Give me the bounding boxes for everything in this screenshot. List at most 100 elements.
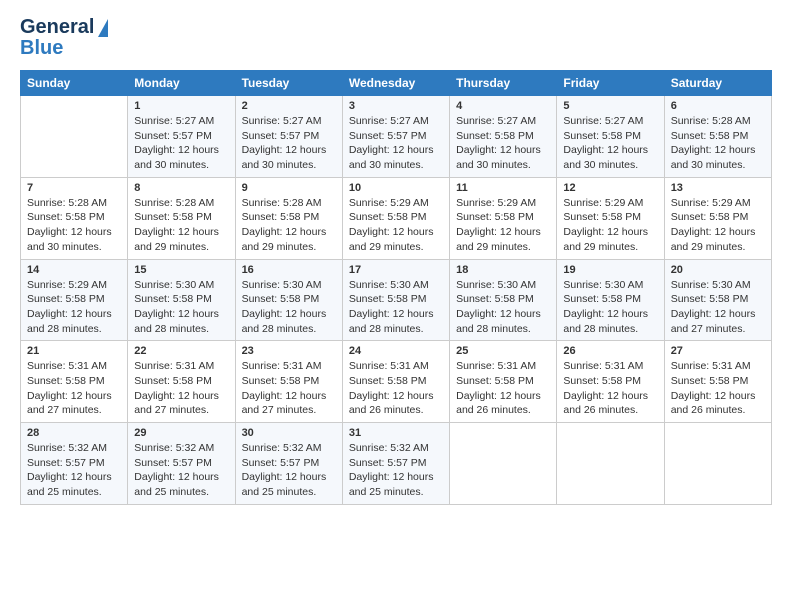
cell-line: Sunset: 5:58 PM	[456, 129, 550, 144]
cell-line: Sunset: 5:58 PM	[242, 374, 336, 389]
cell-line: and 25 minutes.	[27, 485, 121, 500]
calendar-cell: 7Sunrise: 5:28 AMSunset: 5:58 PMDaylight…	[21, 177, 128, 259]
cell-line: and 26 minutes.	[456, 403, 550, 418]
cell-line: Sunset: 5:58 PM	[456, 292, 550, 307]
cell-line: Daylight: 12 hours	[456, 389, 550, 404]
day-number: 23	[242, 345, 336, 357]
cell-line: and 29 minutes.	[134, 240, 228, 255]
day-number: 28	[27, 427, 121, 439]
day-number: 5	[563, 100, 657, 112]
cell-line: Sunrise: 5:29 AM	[563, 196, 657, 211]
column-header-sunday: Sunday	[21, 71, 128, 96]
cell-line: Daylight: 12 hours	[563, 225, 657, 240]
day-number: 30	[242, 427, 336, 439]
calendar-cell	[21, 96, 128, 178]
column-header-thursday: Thursday	[450, 71, 557, 96]
day-number: 21	[27, 345, 121, 357]
cell-line: Sunset: 5:58 PM	[134, 292, 228, 307]
calendar-cell: 13Sunrise: 5:29 AMSunset: 5:58 PMDayligh…	[664, 177, 771, 259]
cell-line: and 25 minutes.	[134, 485, 228, 500]
calendar-cell: 27Sunrise: 5:31 AMSunset: 5:58 PMDayligh…	[664, 341, 771, 423]
calendar-cell: 8Sunrise: 5:28 AMSunset: 5:58 PMDaylight…	[128, 177, 235, 259]
cell-line: Daylight: 12 hours	[134, 470, 228, 485]
cell-line: Sunrise: 5:27 AM	[349, 114, 443, 129]
cell-line: Sunset: 5:58 PM	[671, 374, 765, 389]
cell-line: Daylight: 12 hours	[349, 143, 443, 158]
day-number: 3	[349, 100, 443, 112]
cell-line: Sunrise: 5:27 AM	[242, 114, 336, 129]
page: General Blue SundayMondayTuesdayWednesda…	[0, 0, 792, 612]
cell-line: and 28 minutes.	[242, 322, 336, 337]
cell-line: Sunrise: 5:30 AM	[671, 278, 765, 293]
cell-line: and 30 minutes.	[27, 240, 121, 255]
calendar-cell: 12Sunrise: 5:29 AMSunset: 5:58 PMDayligh…	[557, 177, 664, 259]
cell-line: Daylight: 12 hours	[134, 225, 228, 240]
cell-line: and 30 minutes.	[671, 158, 765, 173]
day-number: 25	[456, 345, 550, 357]
cell-line: Sunset: 5:58 PM	[563, 129, 657, 144]
cell-line: Sunset: 5:57 PM	[242, 456, 336, 471]
day-number: 9	[242, 182, 336, 194]
cell-line: Daylight: 12 hours	[456, 143, 550, 158]
cell-line: Daylight: 12 hours	[456, 307, 550, 322]
cell-line: Sunrise: 5:31 AM	[242, 359, 336, 374]
cell-line: and 26 minutes.	[671, 403, 765, 418]
cell-line: Sunrise: 5:30 AM	[242, 278, 336, 293]
cell-line: and 29 minutes.	[349, 240, 443, 255]
week-row-1: 1Sunrise: 5:27 AMSunset: 5:57 PMDaylight…	[21, 96, 772, 178]
cell-line: Sunset: 5:58 PM	[349, 374, 443, 389]
week-row-3: 14Sunrise: 5:29 AMSunset: 5:58 PMDayligh…	[21, 259, 772, 341]
day-number: 27	[671, 345, 765, 357]
cell-line: Daylight: 12 hours	[349, 307, 443, 322]
calendar-cell	[557, 423, 664, 505]
cell-line: and 30 minutes.	[456, 158, 550, 173]
cell-line: and 30 minutes.	[134, 158, 228, 173]
day-number: 1	[134, 100, 228, 112]
day-number: 14	[27, 264, 121, 276]
cell-line: Sunrise: 5:31 AM	[349, 359, 443, 374]
cell-line: and 27 minutes.	[134, 403, 228, 418]
cell-line: Sunset: 5:57 PM	[134, 456, 228, 471]
cell-line: Sunset: 5:58 PM	[242, 210, 336, 225]
cell-line: Sunset: 5:58 PM	[27, 292, 121, 307]
cell-line: and 27 minutes.	[242, 403, 336, 418]
cell-line: and 27 minutes.	[27, 403, 121, 418]
cell-line: Sunset: 5:58 PM	[671, 210, 765, 225]
cell-line: Sunset: 5:58 PM	[349, 292, 443, 307]
calendar-cell: 5Sunrise: 5:27 AMSunset: 5:58 PMDaylight…	[557, 96, 664, 178]
cell-line: Daylight: 12 hours	[242, 389, 336, 404]
cell-line: Sunrise: 5:29 AM	[27, 278, 121, 293]
day-number: 31	[349, 427, 443, 439]
calendar-cell: 2Sunrise: 5:27 AMSunset: 5:57 PMDaylight…	[235, 96, 342, 178]
header: General Blue	[20, 16, 772, 60]
cell-line: Sunrise: 5:30 AM	[134, 278, 228, 293]
calendar-cell: 18Sunrise: 5:30 AMSunset: 5:58 PMDayligh…	[450, 259, 557, 341]
day-number: 24	[349, 345, 443, 357]
calendar-cell: 31Sunrise: 5:32 AMSunset: 5:57 PMDayligh…	[342, 423, 449, 505]
calendar-cell: 9Sunrise: 5:28 AMSunset: 5:58 PMDaylight…	[235, 177, 342, 259]
cell-line: Sunrise: 5:30 AM	[456, 278, 550, 293]
cell-line: Daylight: 12 hours	[563, 143, 657, 158]
cell-line: and 26 minutes.	[349, 403, 443, 418]
cell-line: Sunset: 5:58 PM	[27, 374, 121, 389]
cell-line: Daylight: 12 hours	[456, 225, 550, 240]
cell-line: Sunset: 5:57 PM	[27, 456, 121, 471]
calendar-cell: 4Sunrise: 5:27 AMSunset: 5:58 PMDaylight…	[450, 96, 557, 178]
cell-line: Sunset: 5:58 PM	[671, 292, 765, 307]
calendar-cell: 10Sunrise: 5:29 AMSunset: 5:58 PMDayligh…	[342, 177, 449, 259]
cell-line: Sunset: 5:58 PM	[563, 292, 657, 307]
cell-line: Daylight: 12 hours	[134, 143, 228, 158]
calendar-cell: 24Sunrise: 5:31 AMSunset: 5:58 PMDayligh…	[342, 341, 449, 423]
cell-line: Daylight: 12 hours	[134, 389, 228, 404]
cell-line: Sunset: 5:58 PM	[563, 374, 657, 389]
day-number: 4	[456, 100, 550, 112]
calendar-cell: 6Sunrise: 5:28 AMSunset: 5:58 PMDaylight…	[664, 96, 771, 178]
day-number: 22	[134, 345, 228, 357]
cell-line: and 30 minutes.	[349, 158, 443, 173]
calendar-cell: 26Sunrise: 5:31 AMSunset: 5:58 PMDayligh…	[557, 341, 664, 423]
cell-line: Daylight: 12 hours	[349, 470, 443, 485]
calendar-cell: 30Sunrise: 5:32 AMSunset: 5:57 PMDayligh…	[235, 423, 342, 505]
cell-line: Sunset: 5:58 PM	[134, 210, 228, 225]
cell-line: Sunset: 5:58 PM	[456, 210, 550, 225]
cell-line: Daylight: 12 hours	[242, 307, 336, 322]
